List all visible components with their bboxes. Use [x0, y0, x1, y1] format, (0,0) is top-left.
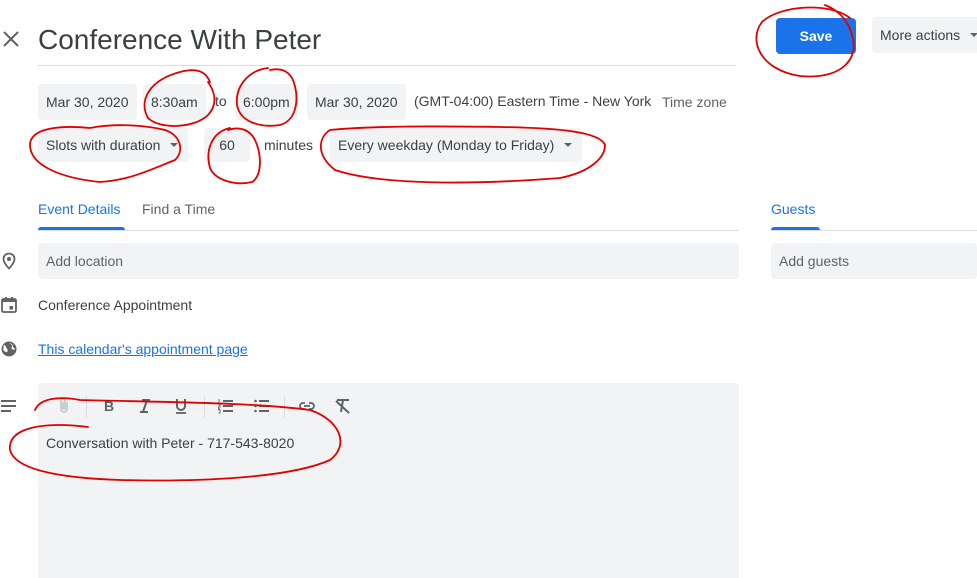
calendar-icon: [1, 297, 17, 313]
italic-icon[interactable]: [136, 397, 154, 415]
to-label: to: [215, 93, 227, 109]
tab-find-a-time[interactable]: Find a Time: [142, 201, 215, 217]
close-button[interactable]: [0, 28, 22, 50]
appointment-page-link[interactable]: This calendar's appointment page: [38, 341, 248, 357]
guests-placeholder: Add guests: [779, 253, 850, 269]
end-date-value: Mar 30, 2020: [315, 94, 398, 110]
start-time-picker[interactable]: 8:30am: [143, 84, 206, 120]
tabs-divider: [38, 230, 739, 231]
recurrence-value: Every weekday (Monday to Friday): [338, 137, 555, 153]
description-icon: [1, 400, 16, 412]
end-date-picker[interactable]: Mar 30, 2020: [307, 84, 406, 120]
slot-duration-value: 60: [219, 137, 235, 153]
duration-unit-label: minutes: [264, 137, 314, 153]
numbered-list-icon[interactable]: [217, 397, 235, 415]
start-date-picker[interactable]: Mar 30, 2020: [38, 84, 137, 120]
timezone-value: (GMT-04:00) Eastern Time - New York: [414, 93, 652, 109]
bulleted-list-icon[interactable]: [253, 397, 271, 415]
guests-input[interactable]: Add guests: [771, 243, 977, 279]
slot-mode-value: Slots with duration: [46, 137, 161, 153]
attachment-icon[interactable]: [55, 397, 73, 415]
tab-event-details[interactable]: Event Details: [38, 201, 120, 217]
toolbar-separator: [86, 396, 87, 418]
recurrence-dropdown[interactable]: Every weekday (Monday to Friday): [330, 128, 583, 162]
location-pin-icon: [2, 252, 16, 270]
description-text[interactable]: Conversation with Peter - 717-543-8020: [46, 435, 294, 451]
toolbar-separator: [284, 396, 285, 418]
chevron-down-icon: [970, 33, 977, 37]
remove-formatting-icon[interactable]: [334, 397, 352, 415]
underline-icon[interactable]: [172, 397, 190, 415]
timezone-button[interactable]: Time zone: [662, 94, 727, 110]
location-placeholder: Add location: [46, 253, 124, 269]
close-icon: [3, 31, 19, 47]
end-time-picker[interactable]: 6:00pm: [235, 84, 298, 120]
location-input[interactable]: Add location: [38, 243, 739, 279]
save-button[interactable]: Save: [776, 18, 856, 54]
slot-duration-input[interactable]: 60: [204, 128, 250, 162]
chevron-down-icon: [170, 143, 179, 147]
more-actions-button[interactable]: More actions: [872, 17, 977, 53]
end-time-value: 6:00pm: [243, 94, 290, 110]
start-date-value: Mar 30, 2020: [46, 94, 129, 110]
globe-icon: [1, 341, 17, 357]
bold-icon[interactable]: B: [100, 397, 118, 415]
calendar-name: Conference Appointment: [38, 297, 193, 313]
toolbar-separator: [204, 396, 205, 418]
chevron-down-icon: [564, 143, 573, 147]
svg-text:B: B: [104, 398, 114, 414]
link-icon[interactable]: [298, 397, 316, 415]
start-time-value: 8:30am: [151, 94, 198, 110]
event-title-input[interactable]: Conference With Peter: [38, 20, 736, 66]
guests-divider: [771, 230, 977, 231]
slot-mode-dropdown[interactable]: Slots with duration: [38, 128, 189, 162]
more-actions-label: More actions: [880, 27, 961, 43]
tab-guests[interactable]: Guests: [771, 201, 815, 217]
